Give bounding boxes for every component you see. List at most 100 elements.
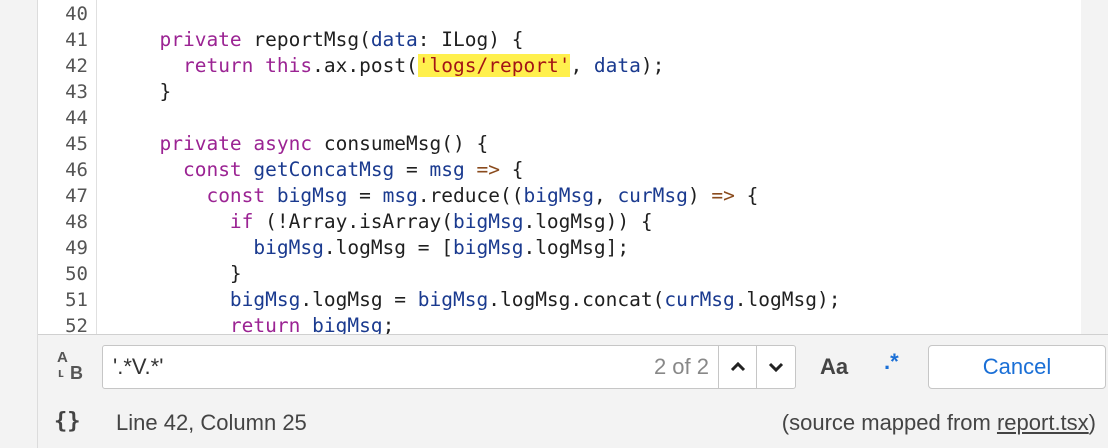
line-number: 41 — [65, 29, 88, 51]
code-token: { — [500, 158, 524, 181]
code-token: data — [593, 54, 641, 77]
code-line: bigMsg.logMsg = bigMsg.logMsg.concat(cur… — [136, 287, 841, 313]
cancel-button[interactable]: Cancel — [928, 345, 1106, 389]
line-number: 44 — [65, 107, 88, 129]
code-token: bigMsg — [453, 236, 524, 259]
code-token: bigMsg — [229, 288, 301, 311]
code-line: } — [136, 79, 171, 105]
code-token: } — [229, 262, 242, 285]
code-line: if (!Array.isArray(bigMsg.logMsg)) { — [136, 209, 653, 235]
code-line: const bigMsg = msg.reduce((bigMsg, curMs… — [136, 183, 758, 209]
regex-toggle[interactable]: .* — [884, 349, 899, 375]
line-number-gutter: 40 41 42 43 44 45 46 47 48 49 50 51 52 — [38, 0, 97, 334]
code-token: ) — [687, 184, 712, 207]
code-token: = — [347, 184, 383, 207]
code-line: private async consumeMsg() { — [136, 131, 488, 157]
search-input[interactable] — [111, 352, 635, 382]
code-token: curMsg — [617, 184, 688, 207]
code-token: (!Array.isArray( — [253, 210, 453, 233]
search-match-highlight: 'logs/report' — [417, 54, 571, 77]
code-token: .reduce(( — [417, 184, 524, 207]
code-token: } — [159, 80, 172, 103]
pretty-print-icon[interactable]: {} — [54, 409, 81, 434]
match-count: 2 of 2 — [653, 354, 709, 379]
code-token: { — [734, 184, 759, 207]
code-line: } — [136, 261, 242, 287]
code-token: async — [253, 132, 313, 155]
source-map-suffix: ) — [1088, 410, 1096, 435]
code-token: .logMsg]; — [523, 236, 630, 259]
status-bar: {} Line 42, Column 25 (source mapped fro… — [38, 399, 1108, 448]
code-token: bigMsg — [523, 184, 594, 207]
code-token: bigMsg — [276, 184, 348, 207]
source-map-info: (source mapped from report.tsx) — [782, 410, 1096, 436]
case-sensitive-toggle[interactable]: Aa — [820, 354, 848, 380]
code-token: .logMsg.concat( — [488, 288, 665, 311]
scrollbar-track[interactable] — [1080, 0, 1108, 334]
code-token: bigMsg — [417, 288, 489, 311]
code-token: => — [711, 184, 735, 207]
line-number: 50 — [65, 263, 88, 285]
line-number: 42 — [65, 55, 88, 77]
code-token: this — [265, 54, 313, 77]
code-token: data — [370, 28, 418, 51]
code-token: ; — [382, 314, 395, 334]
line-number: 43 — [65, 81, 88, 103]
code-editor[interactable]: 40 41 42 43 44 45 46 47 48 49 50 51 52 private repor… — [38, 0, 1081, 334]
code-token: : ILog) { — [417, 28, 524, 51]
line-number: 48 — [65, 211, 88, 233]
code-token: private — [159, 132, 242, 155]
code-token: = — [394, 158, 430, 181]
code-token: .logMsg); — [734, 288, 841, 311]
cursor-position: Line 42, Column 25 — [116, 410, 307, 435]
code-token: bigMsg — [312, 314, 383, 334]
code-token: const — [182, 158, 242, 181]
line-number: 47 — [65, 185, 88, 207]
code-token: bigMsg — [253, 236, 324, 259]
code-line: const getConcatMsg = msg => { — [136, 157, 524, 183]
code-token: msg — [382, 184, 418, 207]
code-line: bigMsg.logMsg = [bigMsg.logMsg]; — [136, 235, 629, 261]
line-number: 49 — [65, 237, 88, 259]
search-box: 2 of 2 — [102, 345, 796, 389]
next-match-button[interactable] — [756, 346, 795, 388]
code-token: const — [206, 184, 266, 207]
chevron-down-icon — [768, 362, 784, 372]
code-line: private reportMsg(data: ILog) { — [136, 27, 523, 53]
match-case-icon[interactable]: AʟB — [54, 349, 88, 385]
previous-match-button[interactable] — [718, 346, 757, 388]
code-token: => — [476, 158, 501, 181]
line-number: 40 — [65, 3, 88, 25]
code-token: , — [570, 54, 594, 77]
code-line: return this.ax.post('logs/report', data)… — [136, 53, 664, 79]
code-token: private — [159, 28, 242, 51]
search-bar: AʟB 2 of 2 Aa .* Cancel — [38, 334, 1108, 400]
line-number: 45 — [65, 133, 88, 155]
left-panel-strip — [0, 0, 38, 448]
code-token: .logMsg = [ — [323, 236, 453, 259]
code-token: getConcatMsg — [253, 158, 395, 181]
line-number: 46 — [65, 159, 88, 181]
code-token: reportMsg( — [241, 28, 371, 51]
code-token: if — [229, 210, 254, 233]
code-token: consumeMsg() { — [312, 132, 489, 155]
code-token: return — [229, 314, 301, 334]
source-file-link[interactable]: report.tsx — [997, 410, 1089, 435]
